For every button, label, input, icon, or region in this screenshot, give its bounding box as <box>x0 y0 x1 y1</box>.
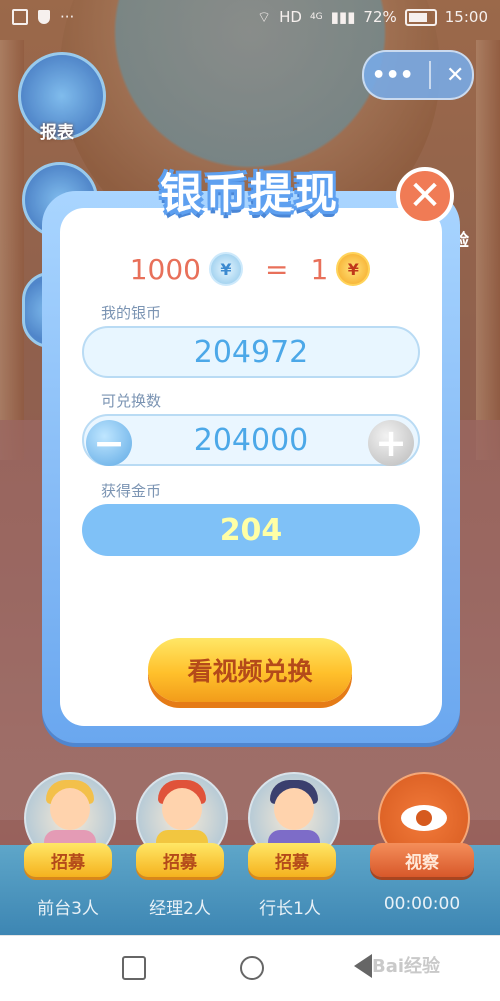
receptionist-count: 前台3人 <box>37 899 99 919</box>
recruit-president-button[interactable]: 招募 <box>248 843 336 877</box>
recruit-manager-button[interactable]: 招募 <box>136 843 224 877</box>
battery-icon <box>404 8 437 26</box>
gold-coin-icon: ¥ <box>336 252 371 286</box>
battery-percent: 72% <box>363 8 397 26</box>
exchangeable-label: 可兑换数 <box>101 392 162 410</box>
my-silver-field: 204972 <box>82 326 420 378</box>
baidu-watermark: Bai经验 <box>372 956 441 977</box>
capsule-divider <box>428 61 431 89</box>
network-type: HD <box>279 8 302 26</box>
shield-icon <box>38 10 50 24</box>
observe-timer: 00:00:00 <box>383 894 461 914</box>
network-gen: 4G <box>309 12 323 22</box>
my-silver-label: 我的银币 <box>101 304 162 322</box>
eye-icon <box>401 805 447 831</box>
rate-gold-amount: 1 <box>310 252 329 286</box>
clock: 15:00 <box>444 8 488 26</box>
rate-silver-amount: 1000 <box>129 252 201 286</box>
close-dialog-button[interactable]: ✕ <box>396 167 454 225</box>
miniapp-capsule: ••• ✕ <box>362 50 474 100</box>
report-label: 报表 <box>40 123 74 143</box>
watch-video-exchange-button[interactable]: 看视频兑换 <box>148 638 352 702</box>
recent-apps-icon[interactable] <box>122 956 146 980</box>
manager-count: 经理2人 <box>149 899 211 919</box>
face-shape <box>274 788 314 830</box>
status-bar: ··· ⌔ HD 4G ▮▮▮ 72% 15:00 <box>0 0 500 34</box>
home-icon[interactable] <box>240 956 264 980</box>
wifi-icon: ⌔ <box>257 7 272 26</box>
increase-button[interactable]: + <box>368 420 414 466</box>
gold-obtained-label: 获得金币 <box>101 482 162 500</box>
president-count: 行长1人 <box>259 899 321 919</box>
silver-coin-icon: ¥ <box>208 252 243 286</box>
signal-icon: ▮▮▮ <box>330 8 356 26</box>
back-icon[interactable] <box>354 954 372 978</box>
gold-obtained-field: 204 <box>82 504 420 556</box>
rate-equals: = <box>264 252 289 286</box>
close-miniapp-button[interactable]: ✕ <box>446 63 464 88</box>
more-button[interactable]: ••• <box>372 63 414 88</box>
decrease-button[interactable]: − <box>86 420 132 466</box>
recruit-receptionist-button[interactable]: 招募 <box>24 843 112 877</box>
exchange-rate: 1000 ¥ = 1 ¥ <box>0 252 500 286</box>
image-icon <box>12 9 28 25</box>
face-shape <box>50 788 90 830</box>
observe-button[interactable]: 视察 <box>370 843 474 877</box>
more-notifications: ··· <box>60 8 75 26</box>
face-shape <box>162 788 202 830</box>
